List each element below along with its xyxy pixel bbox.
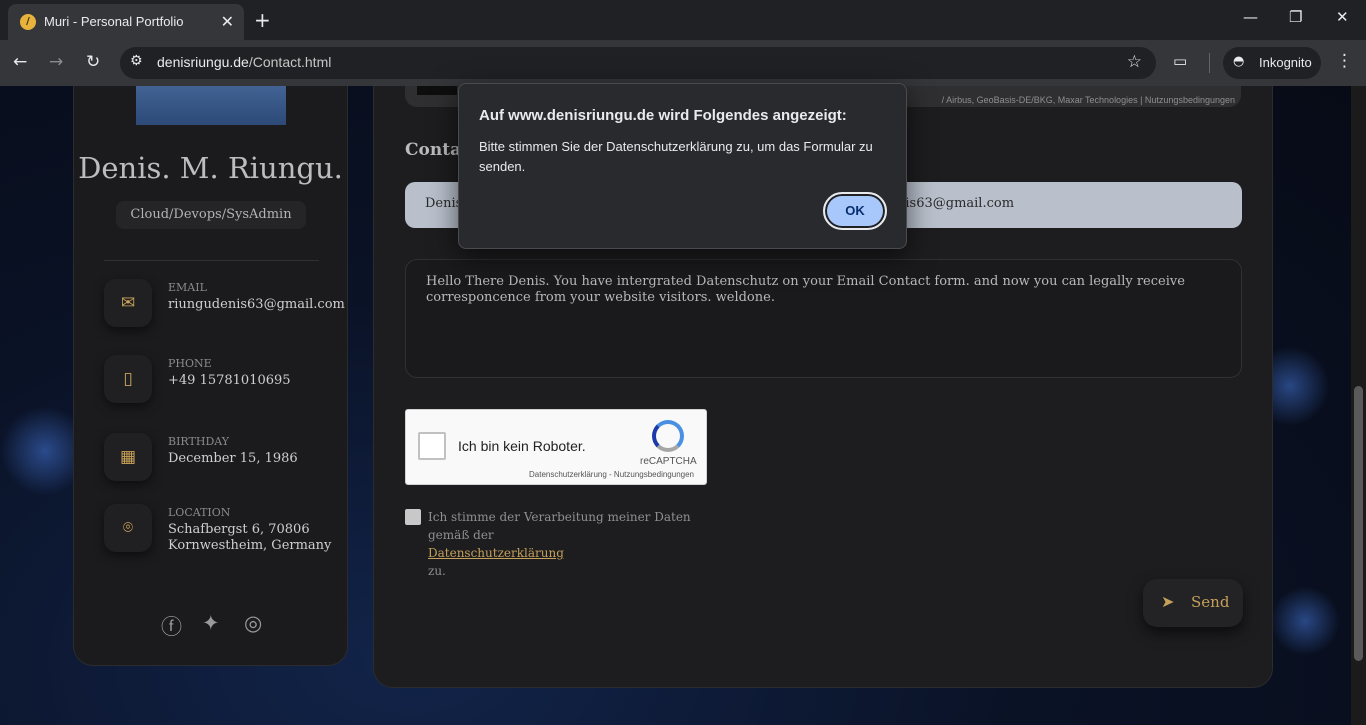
twitter-icon[interactable]: ✦ [202,611,220,635]
contact-phone: ▯ Phone +49 15781010695 [104,355,334,405]
browser-tab-strip: / Muri - Personal Portfolio ✕ + — ❐ ✕ [0,0,1366,40]
paper-plane-icon: ➤ [1161,592,1175,611]
toolbar-divider [1209,53,1210,73]
email-value: nis63@gmail.com [897,196,1015,211]
map-control[interactable] [417,86,457,95]
consent-text-after: zu. [428,564,446,578]
recaptcha-checkbox[interactable] [418,432,446,460]
back-arrow-icon[interactable]: ← [13,52,27,72]
contact-location: ⌾ Location Schafbergst 6, 70806 Kornwest… [104,504,334,554]
contact-birthday: ▦ Birthday December 15, 1986 [104,433,334,483]
recaptcha-widget: Ich bin kein Roboter. reCAPTCHA Datensch… [405,409,707,485]
recaptcha-brand: reCAPTCHA [640,456,697,467]
send-button[interactable]: ➤ Send [1143,579,1243,627]
recaptcha-logo-icon [652,420,684,452]
new-tab-button[interactable]: + [254,8,271,32]
fullname-value: Denis [425,196,463,211]
profile-role-badge: Cloud/Devops/SysAdmin [116,201,306,229]
url-text[interactable]: denisriungu.de/Contact.html [157,54,331,70]
phone-link[interactable]: +49 15781010695 [168,373,338,389]
media-icon[interactable]: ▭ [1173,52,1187,70]
dialog-message: Bitte stimmen Sie der Datenschutzerkläru… [479,139,873,174]
tab-close-icon[interactable]: ✕ [221,12,234,31]
browser-toolbar: ← → ↻ ⚙ denisriungu.de/Contact.html ☆ ▭ … [0,40,1366,86]
dialog-title: Auf www.denisriungu.de wird Folgendes an… [479,107,847,124]
facebook-icon[interactable]: ⓕ [161,611,182,641]
calendar-icon: ▦ [104,433,152,481]
incognito-badge[interactable]: ◓ Inkognito [1223,47,1321,79]
site-settings-icon[interactable]: ⚙ [130,53,143,69]
message-value: Hello There Denis. You have intergrated … [426,274,1185,305]
birthday-value: December 15, 1986 [168,451,298,466]
location-value: Schafbergst 6, 70806 Kornwestheim, Germa… [168,522,332,553]
send-label: Send [1191,593,1230,611]
page-scrollbar[interactable] [1351,86,1366,725]
scrollbar-thumb[interactable] [1354,386,1363,661]
browser-tab[interactable]: / Muri - Personal Portfolio ✕ [8,4,244,40]
site-favicon-icon: / [20,14,36,30]
contact-label: Phone [168,357,212,370]
reload-icon[interactable]: ↻ [86,52,100,72]
contact-label: Email [168,281,207,294]
browser-menu-icon[interactable]: ⋮ [1336,51,1353,71]
consent-text: Ich stimme der Verarbeitung meiner Daten… [428,508,728,580]
sidebar-divider [104,260,319,261]
message-textarea[interactable]: Hello There Denis. You have intergrated … [405,259,1242,378]
bookmark-star-icon[interactable]: ☆ [1127,52,1142,72]
address-bar[interactable]: ⚙ denisriungu.de/Contact.html ☆ [120,47,1156,79]
location-pin-icon: ⌾ [104,504,152,552]
contact-label: Location [168,506,231,519]
consent-checkbox[interactable] [405,509,421,525]
contact-label: Birthday [168,435,230,448]
background-glow [1270,586,1340,656]
recaptcha-terms-link[interactable]: Datenschutzerklärung - Nutzungsbedingung… [529,470,694,479]
instagram-icon[interactable]: ◎ [244,611,262,635]
minimize-button[interactable]: — [1243,8,1258,26]
tab-title: Muri - Personal Portfolio [44,14,184,29]
map-attribution[interactable]: / Airbus, GeoBasis-DE/BKG, Maxar Technol… [942,95,1235,105]
url-host: denisriungu.de [157,54,249,70]
incognito-label: Inkognito [1259,55,1312,70]
profile-sidebar: Denis. M. Riungu. Cloud/Devops/SysAdmin … [73,86,348,666]
incognito-icon: ◓ [1233,54,1245,69]
alert-dialog: Auf www.denisriungu.de wird Folgendes an… [458,83,907,249]
url-path: /Contact.html [248,54,332,70]
privacy-policy-link[interactable]: Datenschutzerklärung [428,546,564,560]
consent-text-before: Ich stimme der Verarbeitung meiner Daten… [428,510,691,542]
ok-button[interactable]: OK [823,192,887,230]
phone-icon: ▯ [104,355,152,403]
restore-button[interactable]: ❐ [1289,8,1302,26]
profile-name: Denis. M. Riungu. [78,151,343,185]
avatar [136,86,286,125]
mail-icon: ✉ [104,279,152,327]
contact-email: ✉ Email riungudenis63@gmail.com [104,279,345,329]
email-link[interactable]: riungudenis63@gmail.com [168,297,345,313]
forward-arrow-icon[interactable]: → [49,52,63,72]
window-close-button[interactable]: ✕ [1336,8,1349,26]
recaptcha-label: Ich bin kein Roboter. [458,438,586,454]
